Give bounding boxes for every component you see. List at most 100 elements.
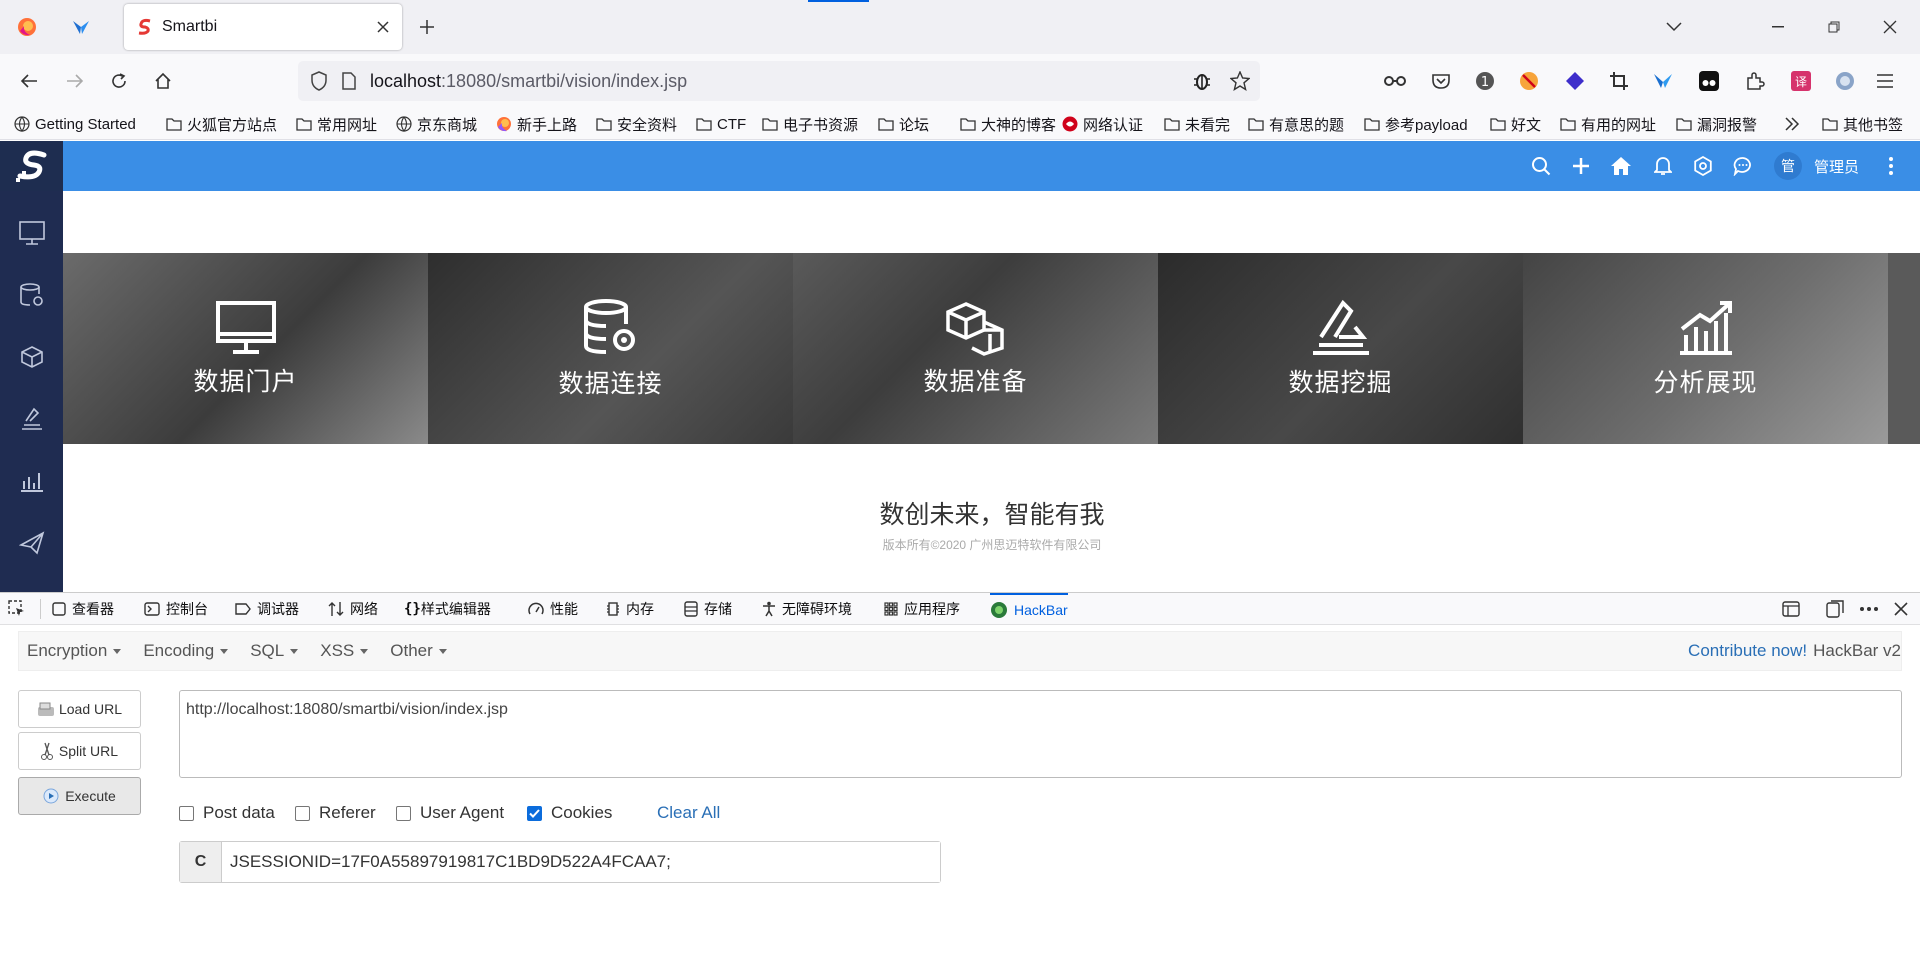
bookmark-item[interactable]: 京东商城 xyxy=(396,108,477,140)
bookmark-other[interactable]: 其他书签 xyxy=(1822,108,1903,140)
panel-data-connection[interactable]: 数据连接 xyxy=(428,253,793,444)
sidebar-cubes-icon[interactable] xyxy=(16,341,48,373)
home-button[interactable] xyxy=(144,62,182,100)
execute-button[interactable]: Execute xyxy=(18,777,141,815)
dock-side-button[interactable] xyxy=(1782,593,1806,625)
minimize-button[interactable] xyxy=(1748,0,1808,54)
puzzle-extension-icon[interactable] xyxy=(1742,68,1768,94)
bookmarks-overflow-button[interactable] xyxy=(1784,108,1805,140)
tab-smartbi[interactable]: Smartbi xyxy=(124,4,402,50)
checkbox-box[interactable] xyxy=(179,805,194,821)
restore-button[interactable] xyxy=(1804,0,1864,54)
home-icon[interactable] xyxy=(1606,151,1636,181)
pocket-icon[interactable] xyxy=(1428,68,1454,94)
bookmark-item[interactable]: 参考payload xyxy=(1364,108,1468,140)
tab-memory[interactable]: 内存 xyxy=(606,593,654,625)
one-extension-icon[interactable]: 1 xyxy=(1472,68,1498,94)
hackbar-url-textarea[interactable]: http://localhost:18080/smartbi/vision/in… xyxy=(179,690,1902,778)
menu-encoding[interactable]: Encoding xyxy=(143,641,229,661)
bug-icon[interactable] xyxy=(1192,71,1212,91)
url-bar[interactable]: localhost:18080/smartbi/vision/index.jsp xyxy=(298,61,1260,101)
bookmark-item[interactable]: Getting Started xyxy=(14,108,136,140)
bookmark-item[interactable]: 好文 xyxy=(1490,108,1541,140)
shield-icon[interactable] xyxy=(310,71,328,91)
panel-analysis-display[interactable]: 分析展现 xyxy=(1523,253,1888,444)
add-icon[interactable] xyxy=(1566,151,1596,181)
profile-extension-icon[interactable] xyxy=(1832,68,1858,94)
blocker-extension-icon[interactable] xyxy=(1516,68,1542,94)
bookmark-item[interactable]: 火狐官方站点 xyxy=(166,108,277,140)
checkbox-post-data[interactable]: Post data xyxy=(179,802,275,824)
glasses-extension-icon[interactable] xyxy=(1382,68,1408,94)
checkbox-referer[interactable]: Referer xyxy=(295,802,376,824)
settings-icon[interactable] xyxy=(1688,151,1718,181)
search-icon[interactable] xyxy=(1526,151,1556,181)
back-button[interactable] xyxy=(10,62,48,100)
pinned-tab[interactable] xyxy=(54,0,107,54)
bookmark-item[interactable]: CTF xyxy=(696,108,746,140)
tab-network[interactable]: 网络 xyxy=(328,593,378,625)
checkbox-box[interactable] xyxy=(295,805,310,821)
layers-extension-icon[interactable] xyxy=(1562,68,1588,94)
forward-button[interactable] xyxy=(56,62,94,100)
sidebar-chart-icon[interactable] xyxy=(16,465,48,497)
separate-window-button[interactable] xyxy=(1826,593,1850,625)
avatar[interactable]: 管 xyxy=(1774,152,1802,180)
bookmark-item[interactable]: 网络认证 xyxy=(1062,108,1143,140)
checkbox-cookies[interactable]: Cookies xyxy=(527,802,612,824)
close-window-button[interactable] xyxy=(1860,0,1920,54)
tab-performance[interactable]: 性能 xyxy=(528,593,578,625)
bookmark-item[interactable]: 未看完 xyxy=(1164,108,1230,140)
checkbox-user-agent[interactable]: User Agent xyxy=(396,802,504,824)
devtools-more-button[interactable] xyxy=(1860,593,1884,625)
checkbox-box-checked[interactable] xyxy=(527,805,542,821)
bell-icon[interactable] xyxy=(1648,151,1678,181)
translate-extension-icon[interactable]: 译 xyxy=(1788,68,1814,94)
menu-xss[interactable]: XSS xyxy=(320,641,369,661)
bookmark-item[interactable]: 论坛 xyxy=(878,108,929,140)
tab-debugger[interactable]: 调试器 xyxy=(235,593,299,625)
wappalyzer-icon[interactable] xyxy=(1650,68,1676,94)
menu-sql[interactable]: SQL xyxy=(250,641,299,661)
tab-console[interactable]: 控制台 xyxy=(144,593,208,625)
tab-application[interactable]: 应用程序 xyxy=(884,593,960,625)
checkbox-box[interactable] xyxy=(396,805,411,821)
bookmark-item[interactable]: 电子书资源 xyxy=(762,108,858,140)
tampermonkey-icon[interactable] xyxy=(1696,68,1722,94)
more-vertical-icon[interactable] xyxy=(1876,151,1906,181)
chat-icon[interactable] xyxy=(1728,151,1758,181)
tab-style-editor[interactable]: {} 样式编辑器 xyxy=(404,593,491,625)
menu-other[interactable]: Other xyxy=(390,641,447,661)
load-url-button[interactable]: Load URL xyxy=(18,690,141,728)
sidebar-mining-icon[interactable] xyxy=(16,403,48,435)
bookmark-item[interactable]: 常用网址 xyxy=(296,108,377,140)
firefox-menu-tab[interactable] xyxy=(0,0,53,54)
page-icon[interactable] xyxy=(342,72,356,90)
tab-storage[interactable]: 存储 xyxy=(684,593,732,625)
tab-close-icon[interactable] xyxy=(376,20,390,34)
bookmark-item[interactable]: 有意思的题 xyxy=(1248,108,1344,140)
reload-button[interactable] xyxy=(100,62,138,100)
bookmark-item[interactable]: 有用的网址 xyxy=(1560,108,1656,140)
bookmark-item[interactable]: 安全资料 xyxy=(596,108,677,140)
element-picker-button[interactable] xyxy=(8,593,32,625)
new-tab-button[interactable] xyxy=(400,0,453,54)
bookmark-item[interactable]: 新手上路 xyxy=(496,108,577,140)
panel-data-portal[interactable]: 数据门户 xyxy=(63,253,428,444)
menu-encryption[interactable]: Encryption xyxy=(27,641,122,661)
tab-hackbar[interactable]: HackBar xyxy=(990,593,1068,625)
devtools-close-button[interactable] xyxy=(1894,593,1914,625)
cookie-input[interactable] xyxy=(222,842,940,882)
smartbi-logo[interactable] xyxy=(0,141,63,191)
sidebar-database-icon[interactable] xyxy=(16,279,48,311)
username[interactable]: 管理员 xyxy=(1814,156,1859,177)
star-icon[interactable] xyxy=(1230,71,1250,91)
contribute-link[interactable]: Contribute now! xyxy=(1688,641,1807,661)
panel-data-preparation[interactable]: 数据准备 xyxy=(793,253,1158,444)
bookmark-item[interactable]: 大神的博客 xyxy=(960,108,1056,140)
app-menu-icon[interactable] xyxy=(1872,68,1898,94)
tab-inspector[interactable]: 查看器 xyxy=(52,593,114,625)
clear-all-link[interactable]: Clear All xyxy=(657,802,720,824)
tab-accessibility[interactable]: 无障碍环境 xyxy=(762,593,852,625)
split-url-button[interactable]: Split URL xyxy=(18,732,141,770)
